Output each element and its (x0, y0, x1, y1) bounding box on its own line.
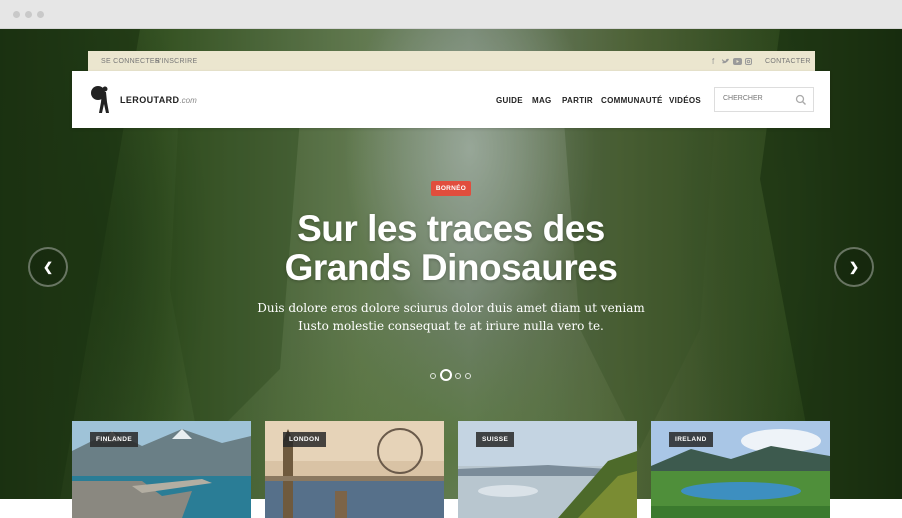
card-label-finlande: FINLANDE (90, 432, 139, 447)
destination-tag[interactable]: BORNÉO (431, 181, 471, 196)
top-utility-bar: SE CONNECTER S'INSCRIRE f CONTACTER (88, 51, 815, 73)
slide-dot[interactable] (465, 373, 471, 379)
destination-card-london[interactable]: LONDON (265, 421, 444, 518)
contact-link[interactable]: CONTACTER (765, 58, 811, 65)
browser-chrome (0, 0, 902, 29)
next-slide-button[interactable]: ❯ (834, 247, 874, 287)
window-close-dot[interactable] (13, 11, 20, 18)
login-link[interactable]: SE CONNECTER (101, 58, 160, 65)
window-minimize-dot[interactable] (25, 11, 32, 18)
youtube-icon[interactable] (733, 57, 742, 66)
hero-title-line-2: Grands Dinosaures (284, 247, 618, 288)
brand-name: LEROUTARD (120, 95, 180, 105)
main-navigation: LEROUTARD.com GUIDE MAG PARTIR COMMUNAUT… (72, 71, 830, 128)
previous-slide-button[interactable]: ❮ (28, 247, 68, 287)
nav-item-communaute[interactable]: COMMUNAUTÉ (601, 96, 663, 105)
destination-card-ireland[interactable]: IRELAND (651, 421, 830, 518)
register-link[interactable]: S'INSCRIRE (155, 58, 197, 65)
window-zoom-dot[interactable] (37, 11, 44, 18)
slide-dot-active[interactable] (440, 369, 452, 381)
brand-suffix: .com (179, 96, 197, 105)
card-label-london: LONDON (283, 432, 326, 447)
brand-logo[interactable]: LEROUTARD.com (120, 95, 197, 105)
search-input[interactable] (723, 95, 793, 102)
slide-dot[interactable] (430, 373, 436, 379)
hero-subtitle-line-2: Iusto molestie consequat te at iriure nu… (298, 319, 604, 333)
chevron-right-icon: ❯ (848, 260, 860, 274)
destination-card-suisse[interactable]: SUISSE (458, 421, 637, 518)
nav-item-guide[interactable]: GUIDE (496, 96, 523, 105)
facebook-icon[interactable]: f (712, 57, 714, 66)
backpacker-logo-icon[interactable] (90, 84, 112, 114)
slide-dot[interactable] (455, 373, 461, 379)
nav-item-partir[interactable]: PARTIR (562, 96, 593, 105)
nav-item-mag[interactable]: MAG (532, 96, 552, 105)
hero-title-line-1: Sur les traces des (297, 208, 605, 249)
chevron-left-icon: ❮ (42, 260, 54, 274)
hero-subtitle: Duis dolore eros dolore sciurus dolor du… (250, 299, 652, 335)
card-label-ireland: IRELAND (669, 432, 713, 447)
twitter-icon[interactable] (722, 57, 730, 66)
search-box (714, 87, 814, 112)
nav-item-videos[interactable]: VIDÉOS (669, 96, 701, 105)
instagram-icon[interactable] (745, 57, 752, 66)
hero-title: Sur les traces des Grands Dinosaures (200, 209, 702, 287)
destination-card-finlande[interactable]: FINLANDE (72, 421, 251, 518)
card-label-suisse: SUISSE (476, 432, 515, 447)
hero-subtitle-line-1: Duis dolore eros dolore sciurus dolor du… (257, 301, 645, 315)
search-icon[interactable] (795, 94, 807, 106)
